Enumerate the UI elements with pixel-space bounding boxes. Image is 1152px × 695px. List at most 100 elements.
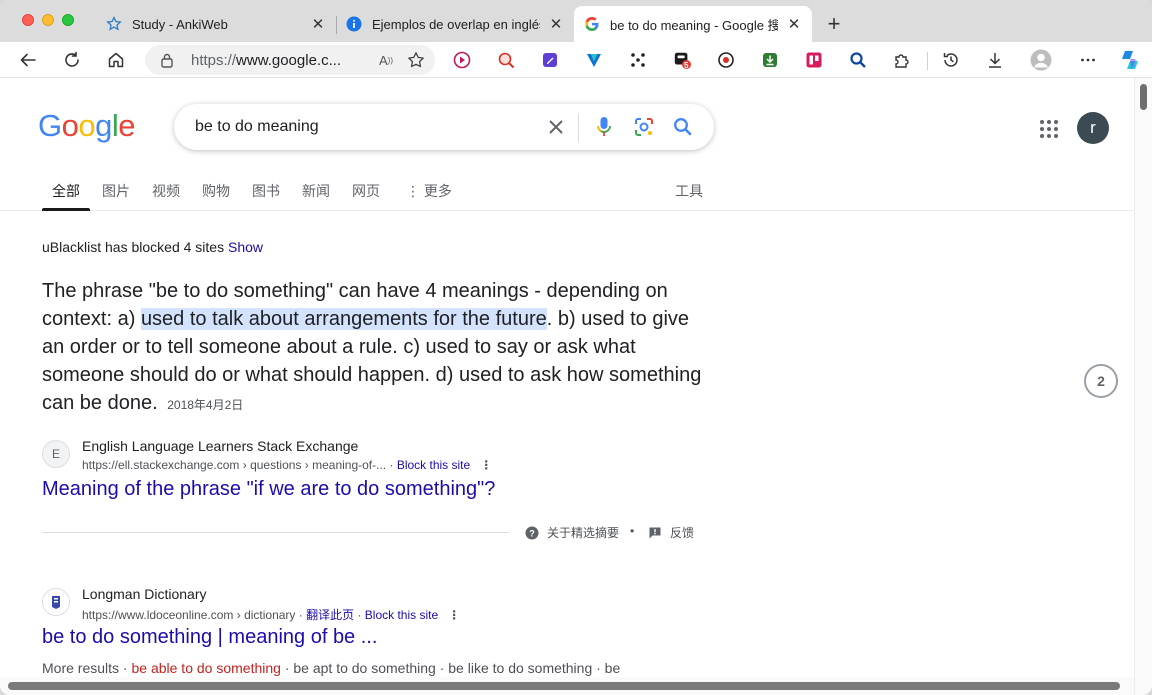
more-vert-icon[interactable]: ⋮ — [448, 608, 460, 622]
home-icon — [108, 52, 124, 68]
video-extension-icon[interactable] — [453, 51, 471, 69]
record-extension-icon[interactable] — [717, 51, 735, 69]
new-tab-button[interactable]: + — [822, 11, 846, 36]
maximize-window-button[interactable] — [62, 14, 74, 26]
dots-extension-icon[interactable] — [629, 51, 647, 69]
google-logo[interactable]: Google — [38, 108, 136, 144]
reload-icon — [65, 51, 79, 67]
reload-button[interactable] — [59, 47, 85, 73]
longman-favicon[interactable] — [42, 588, 70, 616]
translate-page-link[interactable]: 翻译此页 — [306, 608, 354, 622]
tab-web[interactable]: 网页 — [352, 181, 380, 201]
tab-books[interactable]: 图书 — [252, 181, 280, 201]
scroll-thumb[interactable] — [8, 682, 1120, 690]
tab-videos[interactable]: 视频 — [152, 181, 180, 201]
result-url[interactable]: https://ell.stackexchange.com › question… — [82, 458, 492, 472]
more-options-icon[interactable] — [1079, 51, 1097, 69]
clear-icon[interactable] — [544, 115, 568, 139]
stackexchange-favicon[interactable]: E — [42, 440, 70, 468]
downloads-icon[interactable] — [986, 51, 1004, 69]
search-result: Longman Dictionary https://www.ldoceonli… — [42, 586, 702, 656]
result-url-text: https://ell.stackexchange.com › question… — [82, 458, 387, 472]
bullet-dot: • — [630, 524, 635, 538]
download-extension-icon[interactable] — [761, 51, 779, 69]
search-icon[interactable] — [671, 115, 695, 139]
tab-news[interactable]: 新闻 — [302, 181, 330, 201]
close-icon[interactable]: ✕ — [786, 16, 802, 33]
ublacklist-show-link[interactable]: Show — [228, 239, 263, 255]
history-icon[interactable] — [942, 51, 960, 69]
url-text[interactable]: https://www.google.c... — [191, 52, 375, 69]
tab-images[interactable]: 图片 — [102, 181, 130, 201]
tab-google-search[interactable]: be to do meaning - Google 搜索 ✕ — [574, 6, 812, 42]
feedback-label: 反馈 — [670, 526, 695, 540]
horizontal-scrollbar[interactable] — [0, 677, 1134, 695]
logo-letter: o — [78, 108, 96, 143]
info-icon — [346, 16, 362, 32]
search-box[interactable]: be to do meaning — [174, 104, 714, 150]
v-extension-icon[interactable] — [585, 51, 603, 69]
avatar[interactable]: r — [1077, 112, 1109, 144]
result-title-link[interactable]: be to do something | meaning of be ... — [42, 626, 377, 649]
tab-strip: Study - AnkiWeb ✕ Ejemplos de overlap en… — [0, 0, 1152, 42]
url-scheme: https:// — [191, 51, 237, 69]
search-input[interactable]: be to do meaning — [195, 118, 319, 136]
close-icon[interactable]: ✕ — [548, 16, 564, 33]
logo-letter: g — [95, 108, 112, 143]
tab-all[interactable]: 全部 — [52, 181, 80, 201]
more-results-link[interactable]: be able to do something — [131, 660, 280, 676]
more-results-line: More results · be able to do something ·… — [42, 660, 621, 676]
pen-extension-icon[interactable] — [541, 51, 559, 69]
tab-more[interactable]: ⋮ 更多 — [406, 181, 452, 201]
result-title-link[interactable]: Meaning of the phrase "if we are to do s… — [42, 478, 495, 501]
about-label: 关于精选摘要 — [547, 526, 620, 540]
scroll-thumb[interactable] — [1140, 84, 1147, 110]
back-button[interactable] — [15, 47, 41, 73]
anki-star-icon — [106, 16, 122, 32]
profile-icon[interactable] — [1030, 49, 1052, 71]
snippet-date: 2018年4月2日 — [167, 398, 244, 412]
more-vert-icon: ⋮ — [406, 183, 424, 199]
more-vert-icon[interactable]: ⋮ — [480, 458, 492, 472]
close-icon[interactable]: ✕ — [310, 16, 326, 33]
arrow-left-icon — [20, 53, 36, 67]
result-url-text: https://www.ldoceonline.com › dictionary — [82, 608, 296, 622]
page-badge[interactable]: 2 — [1084, 364, 1118, 398]
board-extension-icon[interactable] — [805, 51, 823, 69]
minimize-window-button[interactable] — [42, 14, 54, 26]
tab-ankiweb[interactable]: Study - AnkiWeb ✕ — [96, 6, 336, 42]
search-lens-extension-icon[interactable] — [497, 51, 515, 69]
logo-letter: e — [118, 108, 136, 143]
block-site-link[interactable]: Block this site — [365, 608, 438, 622]
home-button[interactable] — [103, 47, 129, 73]
read-aloud-icon[interactable]: A)) — [375, 49, 397, 71]
badge-extension-icon[interactable]: 5 — [673, 51, 691, 70]
result-site-name[interactable]: Longman Dictionary — [82, 586, 207, 602]
more-results-links[interactable]: be apt to do something · be like to do s… — [293, 660, 620, 676]
apps-grid-icon[interactable] — [1038, 118, 1060, 140]
microphone-icon[interactable] — [592, 115, 616, 139]
tools-button[interactable]: 工具 — [675, 181, 703, 201]
google-g-icon — [584, 16, 600, 32]
tab-shopping[interactable]: 购物 — [202, 181, 230, 201]
result-site-name[interactable]: English Language Learners Stack Exchange — [82, 438, 358, 454]
more-results-label: More results — [42, 660, 120, 676]
close-window-button[interactable] — [22, 14, 34, 26]
feedback-icon — [649, 527, 661, 538]
address-bar[interactable]: https://www.google.c... A)) — [145, 45, 435, 75]
copilot-icon[interactable] — [1118, 48, 1142, 72]
feedback-button[interactable]: 反馈 — [648, 524, 694, 541]
block-site-link[interactable]: Block this site — [397, 458, 470, 472]
vertical-scrollbar[interactable] — [1134, 78, 1152, 695]
search-nav-tabs: 全部 图片 视频 购物 图书 新闻 网页 ⋮ 更多 工具 — [0, 173, 1134, 211]
toolbar: https://www.google.c... A)) 5 — [0, 42, 1152, 78]
favorite-star-icon[interactable] — [405, 49, 427, 71]
google-header: Google be to do meaning r 全部 图片 视频 购物 图书… — [0, 78, 1134, 213]
about-featured-snippets[interactable]: ? 关于精选摘要 — [525, 524, 619, 541]
puzzle-extensions-icon[interactable] — [893, 51, 911, 69]
search-extension-icon[interactable] — [849, 51, 867, 69]
tab-overlap[interactable]: Ejemplos de overlap en inglés ✕ — [336, 6, 574, 42]
result-url[interactable]: https://www.ldoceonline.com › dictionary… — [82, 606, 460, 623]
lock-icon[interactable] — [159, 52, 175, 68]
lens-icon[interactable] — [632, 115, 656, 139]
